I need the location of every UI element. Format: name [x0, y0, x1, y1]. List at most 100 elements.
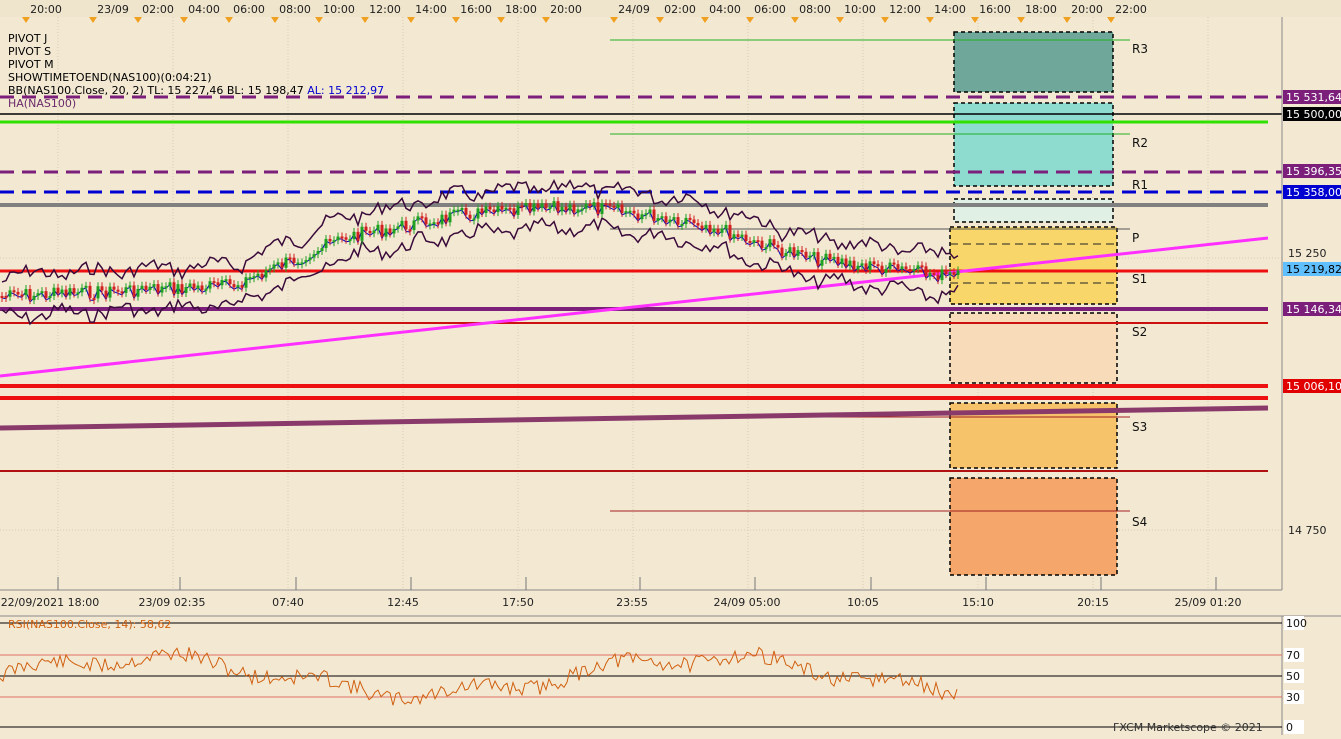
candle: [204, 288, 208, 291]
candle: [280, 262, 284, 268]
chart-window[interactable]: 20:00 23/09 02:00 04:00 06:00 08:00 10:00 12:00…: [0, 0, 1341, 735]
candle: [500, 205, 504, 210]
candle: [700, 225, 704, 229]
candle: [96, 286, 100, 299]
candle: [660, 216, 664, 219]
candle: [364, 226, 368, 231]
candle: [284, 257, 288, 268]
candle: [680, 224, 684, 227]
pivot-label-s4: S4: [1132, 515, 1147, 529]
rsi-level-label: 50: [1286, 670, 1300, 683]
candle: [928, 272, 932, 277]
price-label: 15 396,35: [1286, 165, 1341, 178]
candle: [232, 284, 236, 288]
top-time-label: 12:00: [369, 3, 401, 16]
candle: [592, 202, 596, 206]
candle: [348, 239, 352, 242]
candle: [112, 286, 116, 290]
candle: [532, 203, 536, 212]
candle: [388, 228, 392, 234]
candle: [568, 204, 572, 211]
candle: [8, 290, 12, 297]
candle: [380, 224, 384, 237]
candle: [920, 265, 924, 268]
candle: [272, 264, 276, 269]
candle: [164, 286, 168, 289]
candle: [304, 260, 308, 263]
candle: [288, 257, 292, 260]
candle: [120, 291, 124, 294]
candle: [156, 284, 160, 293]
candle: [32, 295, 36, 301]
candle: [292, 257, 296, 263]
candle: [184, 287, 188, 293]
candle: [580, 208, 584, 211]
candle: [664, 216, 668, 223]
pivot-zone: [953, 102, 1114, 187]
candle: [92, 298, 96, 301]
candle: [648, 209, 652, 214]
candle: [4, 295, 8, 298]
bollinger-al: AL: 15 212,97: [307, 84, 385, 97]
candle: [616, 204, 620, 208]
candle: [300, 262, 304, 265]
bollinger-params: BB(NAS100.Close, 20, 2) TL: 15 227,46 BL…: [8, 84, 304, 97]
rsi-level-label: 100: [1286, 617, 1307, 630]
price-chart[interactable]: 20:00 23/09 02:00 04:00 06:00 08:00 10:00 12:00…: [0, 0, 1341, 735]
candle: [336, 236, 340, 241]
candle: [924, 266, 928, 277]
candle: [644, 213, 648, 216]
candle: [868, 261, 872, 270]
top-time-label: 20:00: [550, 3, 582, 16]
price-label: 15 500,00: [1286, 108, 1341, 121]
candle: [904, 266, 908, 270]
pivot-zone: [953, 31, 1114, 93]
candle: [48, 296, 52, 299]
candle: [268, 268, 272, 271]
bottom-time-label: 23/09 02:35: [139, 596, 206, 609]
candle: [744, 234, 748, 241]
candle: [684, 217, 688, 225]
candle: [432, 222, 436, 225]
candle: [400, 220, 404, 227]
showtime-label: SHOWTIMETOEND(NAS100)(0:04:21): [8, 71, 212, 84]
candle: [444, 214, 448, 223]
candle: [620, 204, 624, 213]
candle: [824, 253, 828, 260]
candle: [692, 219, 696, 224]
candle: [876, 264, 880, 267]
candle: [872, 261, 876, 265]
candle: [908, 269, 912, 272]
candle: [212, 281, 216, 284]
candle: [932, 272, 936, 275]
bottom-time-label: 10:05: [847, 596, 879, 609]
candle: [856, 265, 860, 270]
top-time-label: 04:00: [188, 3, 220, 16]
candle: [588, 204, 592, 207]
candle: [884, 268, 888, 273]
candle: [20, 294, 24, 297]
top-time-label: 20:00: [30, 3, 62, 16]
candle: [316, 250, 320, 255]
candle: [576, 209, 580, 213]
candle: [548, 207, 552, 210]
bottom-time-label: 07:40: [272, 596, 304, 609]
candle: [536, 203, 540, 208]
candle: [360, 226, 364, 241]
candle: [448, 212, 452, 223]
top-time-label: 08:00: [279, 3, 311, 16]
candle: [848, 260, 852, 267]
candle: [496, 205, 500, 213]
candle: [136, 288, 140, 297]
candle: [208, 281, 212, 289]
candle: [216, 282, 220, 286]
top-time-label: 18:00: [1025, 3, 1057, 16]
candle: [264, 270, 268, 278]
candle: [888, 262, 892, 269]
candle: [144, 285, 148, 290]
candle: [356, 231, 360, 241]
candle: [180, 284, 184, 293]
top-time-label: 02:00: [664, 3, 696, 16]
pivot-zone: [953, 198, 1114, 223]
candle: [384, 228, 388, 237]
